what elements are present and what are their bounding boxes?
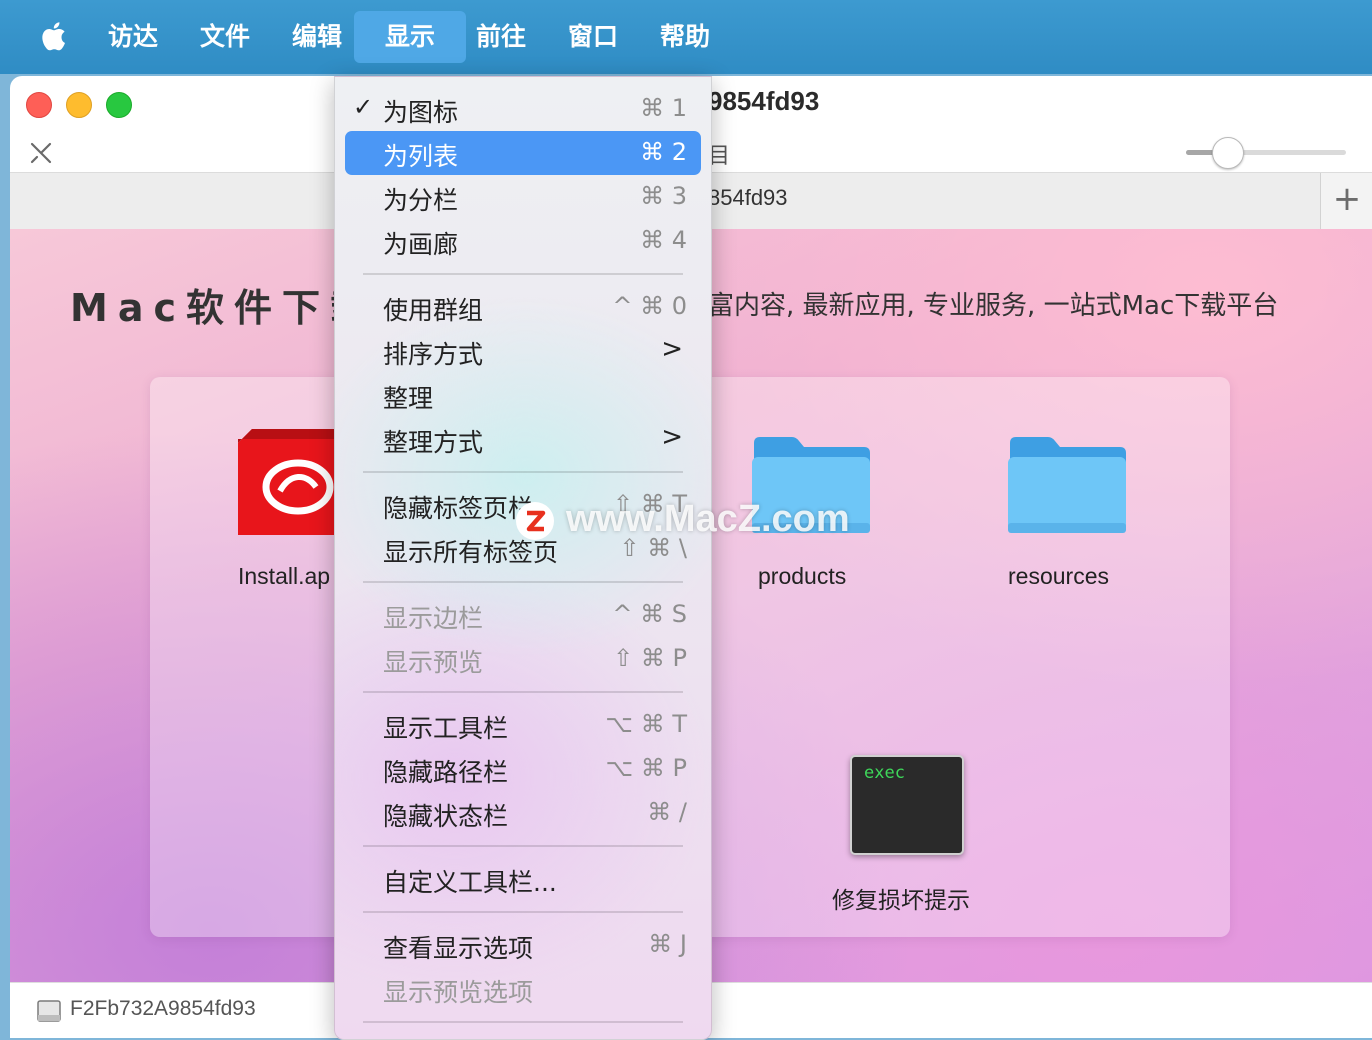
menu-item-hide-path-bar[interactable]: 隐藏路径栏 ⌥ ⌘ P	[345, 747, 701, 791]
menu-item-hide-status-bar[interactable]: 隐藏状态栏 ⌘ /	[345, 791, 701, 835]
close-window-button[interactable]	[26, 92, 52, 118]
menubar-item-help[interactable]: 帮助	[648, 11, 722, 63]
watermark-logo-icon	[516, 502, 554, 540]
menu-item-shortcut: ⌘ 2	[640, 138, 687, 166]
menu-item-shortcut: ⌥ ⌘ P	[605, 754, 687, 782]
menu-item-show-view-options[interactable]: 查看显示选项 ⌘ J	[345, 923, 701, 967]
window-title: 9854fd93	[708, 86, 820, 116]
menu-item-label: 显示预览	[383, 648, 484, 677]
menu-item-use-groups[interactable]: 使用群组 ^ ⌘ 0	[345, 285, 701, 329]
menu-item-label: 为画廊	[383, 230, 459, 259]
menu-item-label: 隐藏标签页栏	[383, 494, 534, 523]
disk-icon	[37, 1000, 61, 1022]
tools-icon[interactable]	[28, 140, 54, 166]
menu-item-label: 隐藏路径栏	[383, 758, 509, 787]
menu-item-label: 显示工具栏	[383, 714, 509, 743]
menu-item-label: 使用群组	[383, 296, 484, 325]
menu-item-as-columns[interactable]: 为分栏 ⌘ 3	[345, 175, 701, 219]
menubar-item-file[interactable]: 文件	[188, 11, 262, 63]
banner-subheading: 富内容, 最新应用, 专业服务, 一站式Mac下载平台	[708, 291, 1279, 321]
menubar-item-finder[interactable]: 访达	[96, 11, 170, 63]
view-menu-dropdown: ✓ 为图标 ⌘ 1 为列表 ⌘ 2 为分栏 ⌘ 3 为画廊 ⌘ 4 使用群组 ^…	[334, 76, 712, 1040]
menu-item-shortcut: ⌥ ⌘ T	[605, 710, 687, 738]
chevron-right-icon: >	[661, 422, 683, 452]
menu-item-label: 显示预览选项	[383, 978, 534, 1007]
menu-item-shortcut: ⌘ J	[648, 930, 687, 958]
menu-item-label: 为分栏	[383, 186, 459, 215]
menu-separator	[363, 911, 683, 913]
menu-item-label: 自定义工具栏...	[383, 868, 557, 897]
menu-separator	[363, 273, 683, 275]
menubar-item-edit[interactable]: 编辑	[280, 11, 354, 63]
creative-cloud-icon[interactable]	[238, 429, 348, 535]
file-label-resources[interactable]: resources	[1008, 563, 1109, 590]
exec-icon-text: exec	[864, 763, 905, 783]
banner-heading: Mac软件下载	[70, 286, 378, 330]
menu-item-show-preview-options: 显示预览选项	[345, 967, 701, 1011]
menu-item-shortcut: ^ ⌘ 0	[612, 292, 687, 320]
menu-item-shortcut: ^ ⌘ S	[612, 600, 687, 628]
menu-item-customize-toolbar[interactable]: 自定义工具栏...	[345, 857, 701, 901]
menu-separator	[363, 581, 683, 583]
menu-item-label: 隐藏状态栏	[383, 802, 509, 831]
menu-item-shortcut: ⌘ 4	[640, 226, 687, 254]
zoom-window-button[interactable]	[106, 92, 132, 118]
menu-separator	[363, 471, 683, 473]
menu-item-sort-by[interactable]: 排序方式 >	[345, 329, 701, 373]
menubar-item-view[interactable]: 显示	[354, 11, 466, 63]
tab-current[interactable]: 854fd93	[708, 185, 788, 211]
menu-item-show-toolbar[interactable]: 显示工具栏 ⌥ ⌘ T	[345, 703, 701, 747]
menu-item-as-gallery[interactable]: 为画廊 ⌘ 4	[345, 219, 701, 263]
menu-item-shortcut: ⌘ /	[647, 798, 687, 826]
file-label-installer[interactable]: Install.ap	[238, 563, 330, 590]
apple-logo-icon[interactable]	[38, 18, 72, 54]
watermark-text: www.MacZ.com	[566, 498, 850, 540]
menu-item-shortcut: ⌘ 3	[640, 182, 687, 210]
menu-item-label: 为图标	[383, 98, 459, 127]
icon-size-slider[interactable]	[1186, 150, 1346, 155]
menu-item-label: 排序方式	[383, 340, 484, 369]
menubar-item-window[interactable]: 窗口	[556, 11, 630, 63]
file-label-repair[interactable]: 修复损坏提示	[832, 881, 970, 915]
menu-item-as-icons[interactable]: ✓ 为图标 ⌘ 1	[345, 87, 701, 131]
menu-item-label: 整理	[383, 384, 434, 413]
menu-item-clean-up-by[interactable]: 整理方式 >	[345, 417, 701, 461]
menu-item-label: 整理方式	[383, 428, 484, 457]
exec-icon[interactable]: exec	[850, 755, 964, 855]
minimize-window-button[interactable]	[66, 92, 92, 118]
checkmark-icon: ✓	[353, 93, 374, 121]
new-tab-button[interactable]: +	[1320, 173, 1372, 229]
menu-item-show-sidebar: 显示边栏 ^ ⌘ S	[345, 593, 701, 637]
folder-icon[interactable]	[1006, 433, 1128, 535]
menu-item-show-preview: 显示预览 ⇧ ⌘ P	[345, 637, 701, 681]
file-label-products[interactable]: products	[758, 563, 846, 590]
menu-separator	[363, 691, 683, 693]
menu-separator	[363, 845, 683, 847]
menu-bar: 访达 文件 编辑 显示 前往 窗口 帮助	[0, 0, 1372, 74]
menu-item-label: 显示边栏	[383, 604, 484, 633]
menu-item-label: 为列表	[383, 142, 459, 171]
menu-item-shortcut: ⇧ ⌘ P	[613, 644, 687, 672]
path-bar-location[interactable]: F2Fb732A9854fd93	[70, 997, 256, 1021]
menu-separator	[363, 1021, 683, 1023]
menu-item-clean-up[interactable]: 整理	[345, 373, 701, 417]
menu-item-label: 查看显示选项	[383, 934, 534, 963]
icon-size-slider-knob[interactable]	[1212, 137, 1244, 169]
menu-item-as-list[interactable]: 为列表 ⌘ 2	[345, 131, 701, 175]
menubar-item-go[interactable]: 前往	[464, 11, 538, 63]
menu-item-shortcut: ⌘ 1	[640, 94, 687, 122]
chevron-right-icon: >	[661, 334, 683, 364]
